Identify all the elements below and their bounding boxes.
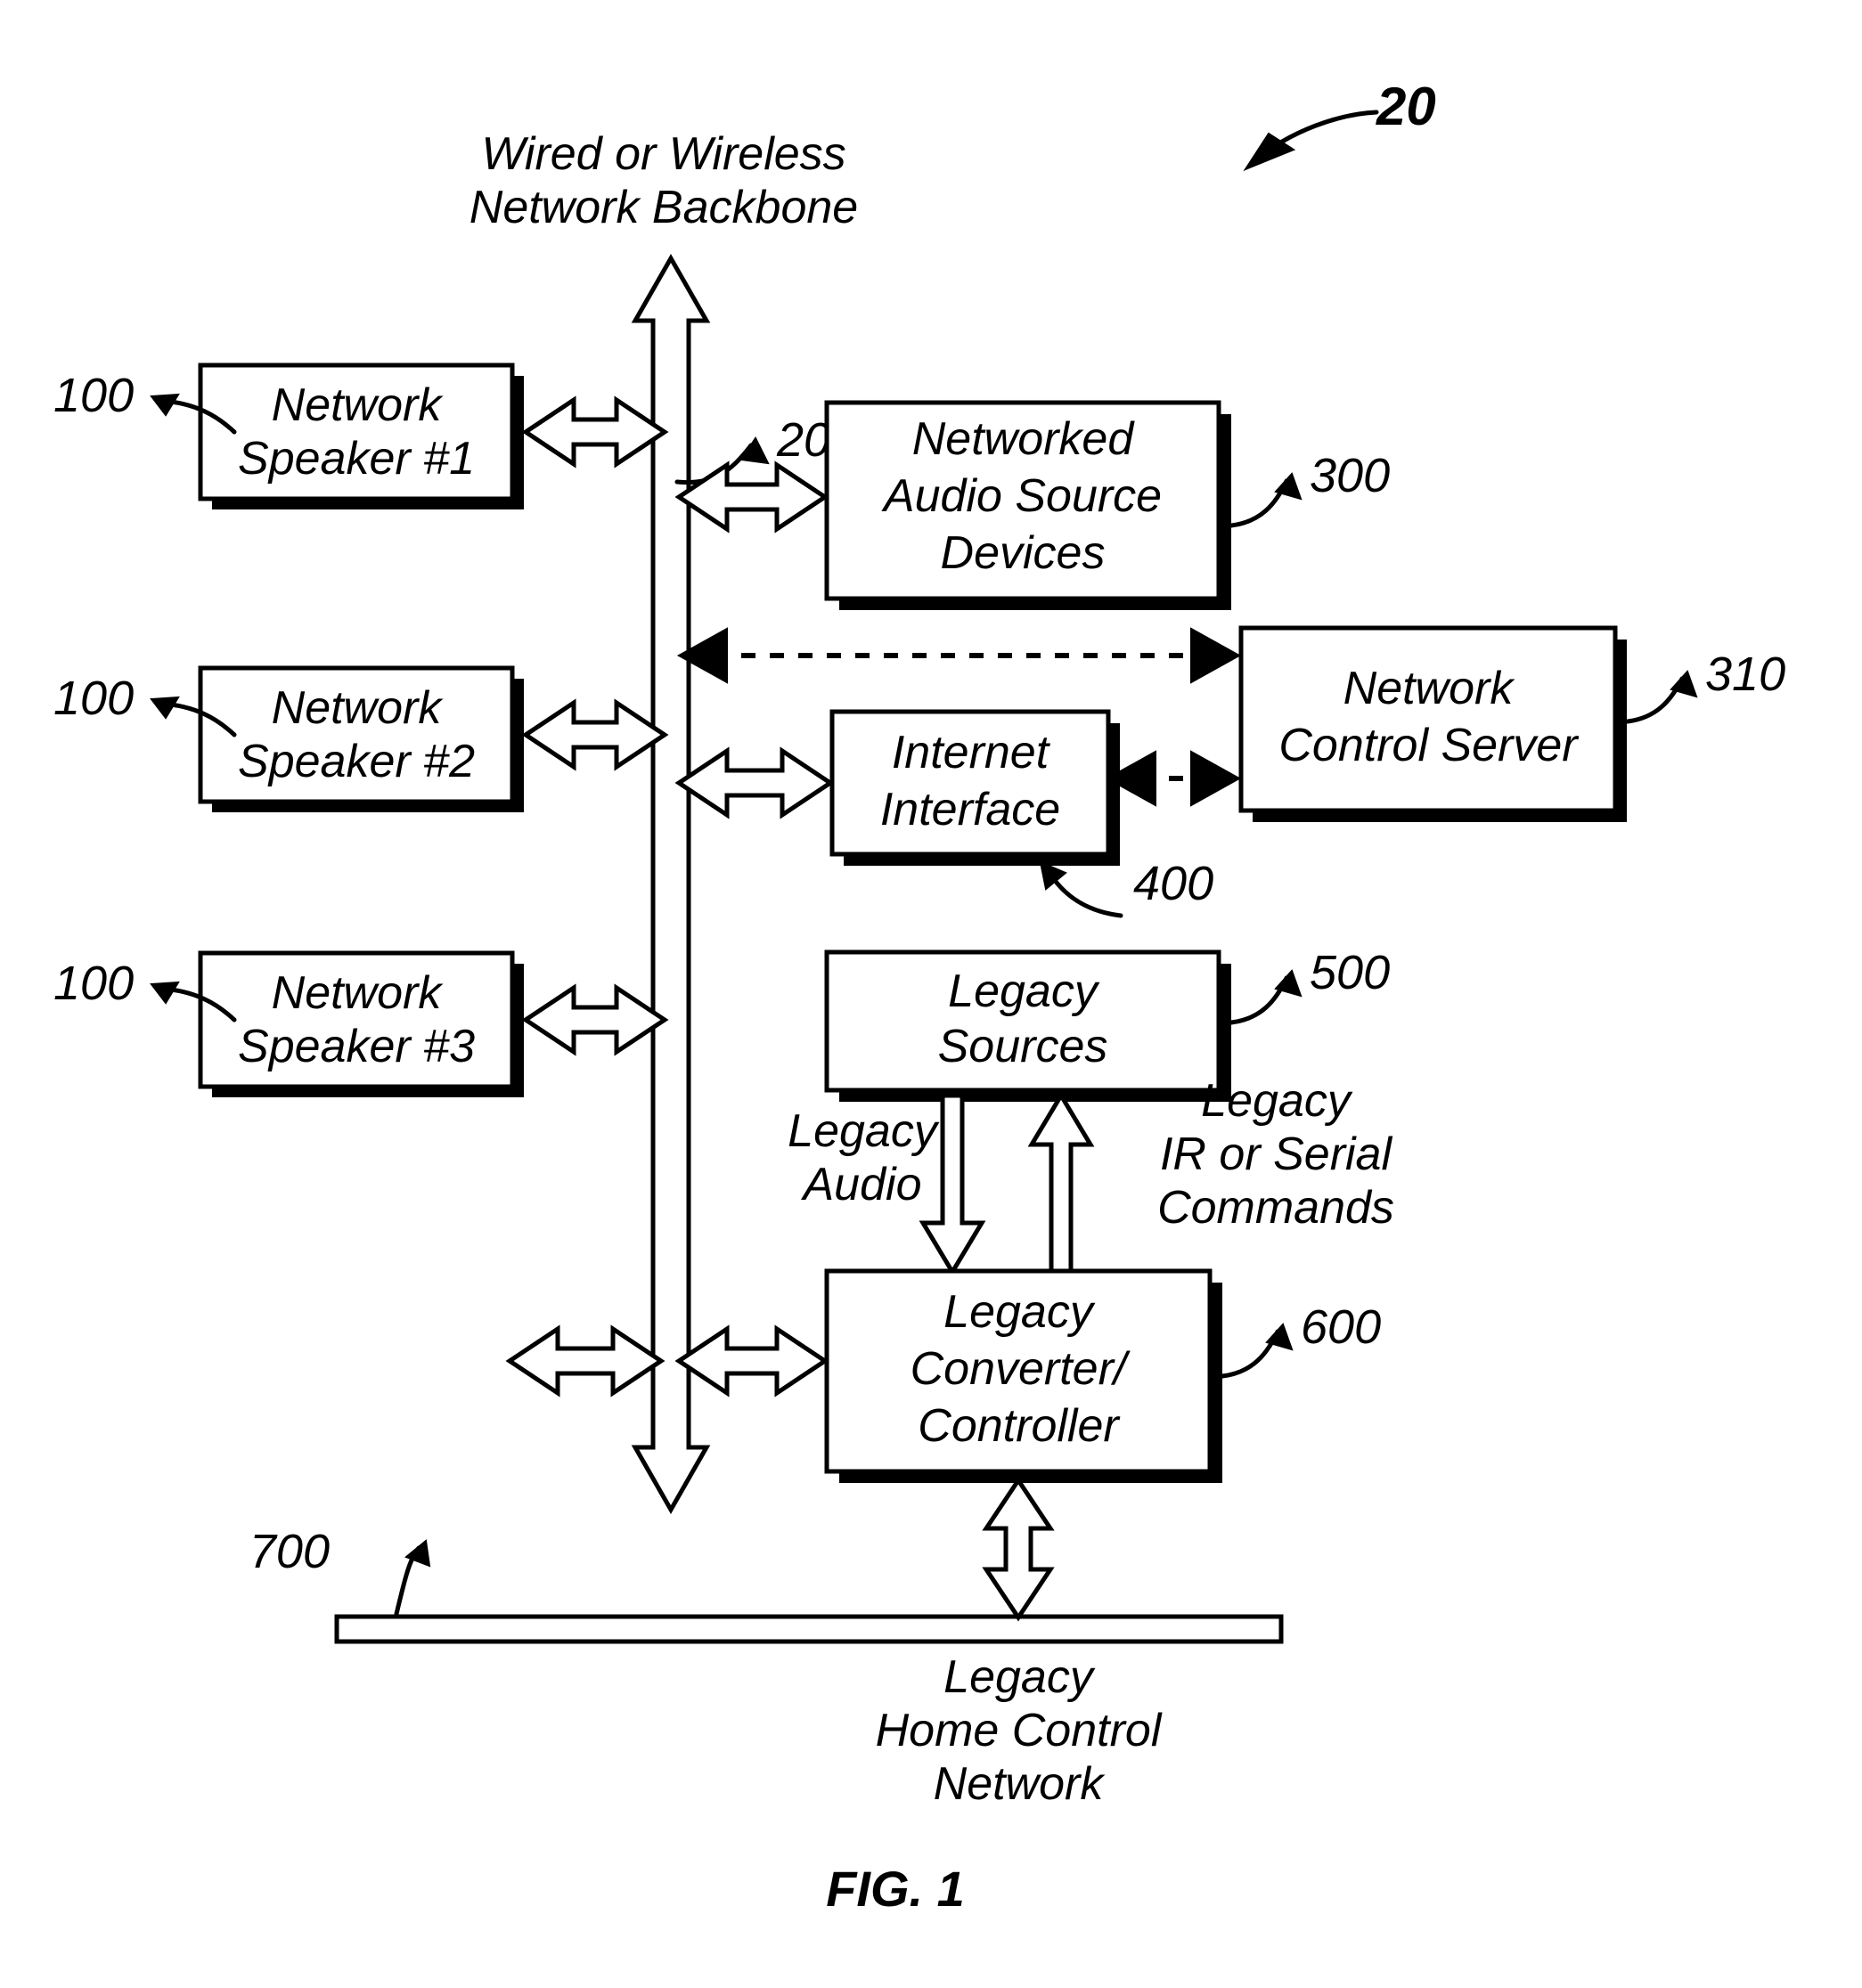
arrow-converter-homenetwork <box>982 1476 1055 1622</box>
legacy-converter-label-line2: Converter/ <box>911 1343 1131 1395</box>
arrow-speaker1-backbone <box>521 395 669 468</box>
patent-figure-1: Wired or Wireless Network Backbone 20 20… <box>53 77 1785 1917</box>
system-ref-20: 20 <box>1376 77 1436 136</box>
dashed-link-backbone-control-server <box>676 627 1242 684</box>
control-server-ref-310: 310 <box>1705 648 1785 701</box>
legacy-sources-label-line1: Legacy <box>948 965 1100 1017</box>
legacy-converter-ref-600: 600 <box>1301 1300 1381 1354</box>
arrow-backbone-audiosources <box>674 460 829 534</box>
control-server-label-line1: Network <box>1343 663 1516 714</box>
arrow-backbone-legacyconverter <box>674 1324 829 1397</box>
network-speaker-1-ref-100: 100 <box>53 369 134 422</box>
legacy-commands-label-line1: Legacy <box>1201 1075 1353 1127</box>
legacy-converter-controller-box[interactable]: Legacy Converter/ Controller <box>824 1268 1222 1483</box>
network-speaker-3-label-line2: Speaker #3 <box>238 1021 475 1072</box>
arrow-legacy-commands-up <box>1027 1091 1095 1275</box>
legacy-sources-box[interactable]: Legacy Sources <box>824 949 1231 1102</box>
backbone-title-line1: Wired or Wireless <box>481 128 845 180</box>
network-speaker-1-box[interactable]: Network Speaker #1 <box>198 363 524 509</box>
audio-sources-ref-300: 300 <box>1310 449 1390 502</box>
legacy-sources-label-line2: Sources <box>938 1021 1108 1072</box>
legacy-home-network-ref-700: 700 <box>249 1525 330 1578</box>
network-speaker-2-label-line2: Speaker #2 <box>238 736 475 787</box>
network-speaker-3-label-line1: Network <box>272 967 445 1019</box>
legacy-home-network-label-line2: Home Control <box>876 1705 1163 1756</box>
network-speaker-1-label-line2: Speaker #1 <box>238 433 475 485</box>
legacy-audio-label-line2: Audio <box>801 1159 922 1210</box>
legacy-home-control-network-bus <box>334 1614 1284 1644</box>
network-speaker-1-label-line1: Network <box>272 379 445 431</box>
audio-sources-label-line2: Audio Source <box>881 470 1162 522</box>
arrow-backbone-internet <box>674 746 835 819</box>
control-server-label-line2: Control Server <box>1278 720 1580 771</box>
network-speaker-2-box[interactable]: Network Speaker #2 <box>198 665 524 812</box>
legacy-home-network-label-line1: Legacy <box>943 1651 1096 1703</box>
legacy-commands-label-line2: IR or Serial <box>1160 1128 1393 1180</box>
arrow-speaker2-backbone <box>521 698 669 771</box>
legacy-audio-label-line1: Legacy <box>788 1105 940 1157</box>
legacy-sources-ref-500: 500 <box>1310 946 1390 999</box>
legacy-commands-label-line3: Commands <box>1157 1182 1394 1234</box>
audio-sources-label-line1: Networked <box>912 413 1136 465</box>
internet-interface-label-line1: Internet <box>892 727 1051 778</box>
networked-audio-source-devices-box[interactable]: Networked Audio Source Devices <box>824 400 1231 610</box>
dashed-link-internet-control-server <box>1105 750 1242 807</box>
legacy-converter-label-line1: Legacy <box>943 1286 1096 1338</box>
network-control-server-box[interactable]: Network Control Server <box>1238 625 1627 822</box>
backbone-title-line2: Network Backbone <box>470 182 858 233</box>
figure-caption: FIG. 1 <box>826 1861 965 1917</box>
network-speaker-3-box[interactable]: Network Speaker #3 <box>198 950 524 1097</box>
arrow-speaker3-backbone <box>521 983 669 1056</box>
legacy-converter-label-line3: Controller <box>918 1400 1121 1452</box>
network-speaker-3-ref-100: 100 <box>53 957 134 1010</box>
network-speaker-2-ref-100: 100 <box>53 672 134 725</box>
internet-interface-box[interactable]: Internet Interface <box>829 709 1120 866</box>
audio-sources-label-line3: Devices <box>941 527 1106 579</box>
arrow-backbone-left <box>505 1324 666 1397</box>
network-speaker-2-label-line1: Network <box>272 682 445 734</box>
internet-interface-label-line2: Interface <box>880 784 1060 835</box>
legacy-home-network-label-line3: Network <box>934 1758 1107 1810</box>
internet-interface-ref-400: 400 <box>1133 857 1213 910</box>
